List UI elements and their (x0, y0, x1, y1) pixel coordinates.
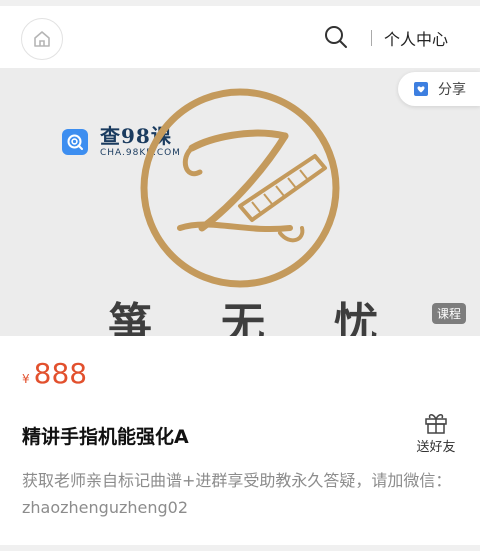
gift-to-friend-button[interactable]: 送好友 (412, 410, 460, 455)
search-icon (325, 26, 347, 48)
brand-char: 箏 (108, 299, 152, 336)
guzheng-logo-icon (140, 88, 340, 288)
home-button[interactable] (21, 18, 63, 60)
course-description: 获取老师亲自标记曲谱+进群享受助教永久答疑，请加微信：zhaozhenguzhe… (22, 471, 452, 517)
search-button[interactable] (322, 23, 350, 51)
currency-symbol: ¥ (22, 372, 30, 386)
course-cover: 查98课 CHA.98KE.COM 分享 箏 无 忧 课程 (0, 68, 480, 336)
user-center-link[interactable]: 个人中心 (384, 26, 448, 50)
course-title: 精讲手指机能强化A (22, 426, 189, 448)
price-value: 888 (33, 357, 88, 390)
gift-icon (425, 414, 447, 434)
share-button[interactable]: 分享 (398, 72, 480, 106)
nav-divider (371, 30, 372, 46)
brand-name: 箏 无 忧 (108, 288, 378, 336)
brand-char: 无 (221, 299, 265, 336)
page-bottom-divider (0, 545, 480, 551)
share-label: 分享 (438, 82, 466, 98)
brand-char: 忧 (334, 299, 378, 336)
gift-label: 送好友 (416, 440, 456, 455)
share-icon (414, 82, 428, 96)
home-icon (34, 31, 50, 47)
top-nav-bar: 个人中心 (0, 6, 480, 68)
price: ¥ 888 (22, 357, 87, 390)
watermark-logo-icon (62, 129, 88, 155)
course-info-card: ¥ 888 精讲手指机能强化A 送好友 获取老师亲自标记曲谱+进群享受助教永久答… (0, 336, 480, 545)
course-type-badge: 课程 (432, 303, 467, 324)
